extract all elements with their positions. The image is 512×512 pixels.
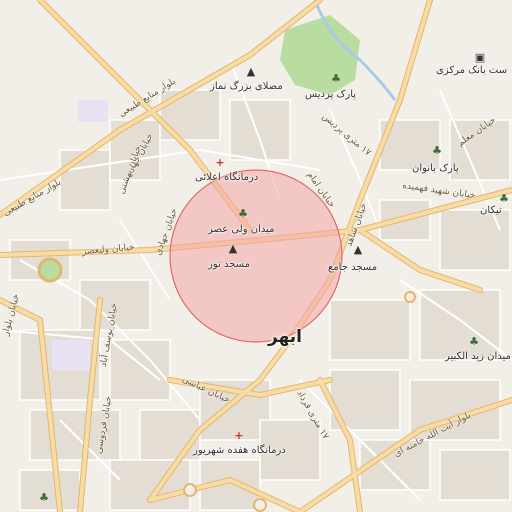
poi-mosalla-label: مصلای بزرگ نماز xyxy=(210,81,283,92)
park-icon[interactable]: ♣ xyxy=(38,492,50,504)
park-icon[interactable]: ♣ xyxy=(330,73,342,85)
park-icon[interactable]: ♣ xyxy=(498,193,510,205)
map-canvas[interactable]: ▲ مصلای بزرگ نماز ♣ پارک پردیس ▣ ست بانک… xyxy=(0,0,512,512)
bank-icon[interactable]: ▣ xyxy=(474,52,486,64)
poi-zeid-label: میدان زید الکبیر xyxy=(445,351,511,362)
poi-bank-label: ست بانک مرکزی xyxy=(436,65,508,76)
mosque-icon[interactable]: ▲ xyxy=(227,243,239,255)
mosque-icon[interactable]: ▲ xyxy=(245,66,257,78)
hospital-icon[interactable]: + xyxy=(214,157,226,169)
poi-tikan-label: تیکان xyxy=(480,205,502,216)
poi-banovan-label: پارک بانوان xyxy=(412,163,459,174)
poi-valiasr-label: میدان ولی عصر xyxy=(208,224,275,235)
poi-darmangah-17-label: درمانگاه هفده شهریور xyxy=(193,445,286,456)
poi-pardis-label: پارک پردیس xyxy=(305,89,357,100)
park-icon[interactable]: ♣ xyxy=(431,145,443,157)
park-icon[interactable]: ♣ xyxy=(237,208,249,220)
poi-masjed-jame-label: مسجد جامع xyxy=(328,262,378,273)
city-label: ابهر xyxy=(268,327,303,347)
highlight-area xyxy=(169,169,343,343)
poi-masjed-noor-label: مسجد نور xyxy=(208,259,250,270)
hospital-icon[interactable]: + xyxy=(233,430,245,442)
poi-darmangah-aalaei-label: درمانگاه اعلائی xyxy=(195,172,259,183)
park-icon[interactable]: ♣ xyxy=(468,336,480,348)
